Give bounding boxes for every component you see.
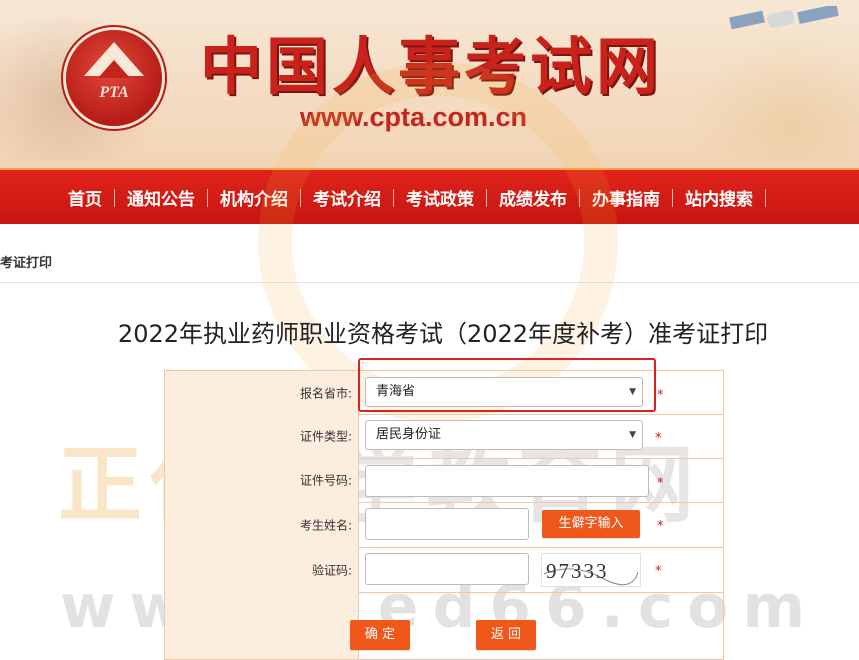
breadcrumb-bar: 考证打印 <box>0 238 859 283</box>
logo-roof-inner-shape <box>98 60 130 78</box>
nav-separator <box>486 188 487 207</box>
nav-item-7[interactable]: 站内搜索 <box>677 185 761 210</box>
nav-item-0[interactable]: 首页 <box>60 185 110 210</box>
name-input[interactable] <box>365 508 529 540</box>
pta-logo[interactable]: PTA <box>66 30 162 126</box>
nav-separator <box>393 188 394 207</box>
nav-item-6[interactable]: 办事指南 <box>584 185 668 210</box>
form-row-actions: 确 定 返 回 <box>165 592 723 659</box>
province-select[interactable]: 青海省 ▼ <box>365 377 643 407</box>
label-cell <box>165 592 359 659</box>
main-nav: 首页 通知公告 机构介绍 考试介绍 考试政策 成绩发布 办事指南 站内搜索 <box>0 168 859 224</box>
label-cell: 报名省市: <box>165 371 359 414</box>
id-type-select[interactable]: 居民身份证 ▼ <box>365 420 643 450</box>
nav-separator <box>300 188 301 207</box>
confirm-button[interactable]: 确 定 <box>350 620 410 650</box>
form-row-province: 报名省市: 青海省 ▼ * <box>165 371 723 415</box>
nav-separator <box>579 188 580 207</box>
label-cell: 证件类型: <box>165 414 359 458</box>
back-button[interactable]: 返 回 <box>476 620 536 650</box>
banner-decoration-right <box>689 40 859 160</box>
form-row-name: 考生姓名: 生僻字输入 * <box>165 502 723 548</box>
label-cell: 考生姓名: <box>165 502 359 547</box>
form-row-captcha: 验证码: 97333 * <box>165 547 723 593</box>
nav-item-2[interactable]: 机构介绍 <box>212 185 296 210</box>
nav-separator <box>207 188 208 207</box>
label-cell: 验证码: <box>165 547 359 592</box>
required-mark: * <box>655 564 662 579</box>
site-url: www.cpta.com.cn <box>300 102 528 132</box>
captcha-label: 验证码: <box>311 563 352 577</box>
nav-separator <box>114 188 115 207</box>
province-select-value: 青海省 <box>376 384 416 399</box>
id-type-select-value: 居民身份证 <box>376 427 442 442</box>
name-label: 考生姓名: <box>299 518 352 532</box>
header-banner: PTA 中国人事考试网 www.cpta.com.cn <box>0 0 859 168</box>
captcha-input[interactable] <box>365 553 529 585</box>
id-type-label: 证件类型: <box>299 429 352 444</box>
id-number-input[interactable] <box>365 465 649 497</box>
form-row-id-type: 证件类型: 居民身份证 ▼ * <box>165 414 723 459</box>
dropdown-arrow-icon: ▼ <box>629 387 636 397</box>
required-mark: * <box>657 476 664 491</box>
nav-item-1[interactable]: 通知公告 <box>119 185 203 210</box>
site-title: 中国人事考试网 <box>200 30 663 103</box>
required-mark: * <box>657 519 664 534</box>
form-row-id-number: 证件号码: * <box>165 458 723 503</box>
required-mark: * <box>655 431 662 446</box>
nav-item-3[interactable]: 考试介绍 <box>305 185 389 210</box>
nav-separator <box>672 188 673 207</box>
nav-separator <box>765 188 766 207</box>
dropdown-arrow-icon: ▼ <box>629 430 636 440</box>
satellite-icon <box>729 6 839 30</box>
province-label: 报名省市: <box>299 386 352 400</box>
label-cell: 证件号码: <box>165 458 359 502</box>
breadcrumb: 考证打印 <box>0 256 53 271</box>
nav-item-4[interactable]: 考试政策 <box>398 185 482 210</box>
required-mark: * <box>657 388 664 403</box>
rare-char-input-button[interactable]: 生僻字输入 <box>542 510 640 538</box>
logo-text: PTA <box>99 84 129 101</box>
page-title: 2022年执业药师职业资格考试（2022年度补考）准考证打印 <box>117 320 769 348</box>
nav-item-5[interactable]: 成绩发布 <box>491 185 575 210</box>
admission-ticket-form: 报名省市: 青海省 ▼ * 证件类型: 居民身份证 ▼ * 证件号码: * 考生… <box>164 370 724 660</box>
captcha-image[interactable]: 97333 <box>541 553 641 587</box>
nav-items: 首页 通知公告 机构介绍 考试介绍 考试政策 成绩发布 办事指南 站内搜索 <box>60 185 770 210</box>
id-number-label: 证件号码: <box>299 473 352 488</box>
captcha-text: 97333 <box>546 559 609 583</box>
